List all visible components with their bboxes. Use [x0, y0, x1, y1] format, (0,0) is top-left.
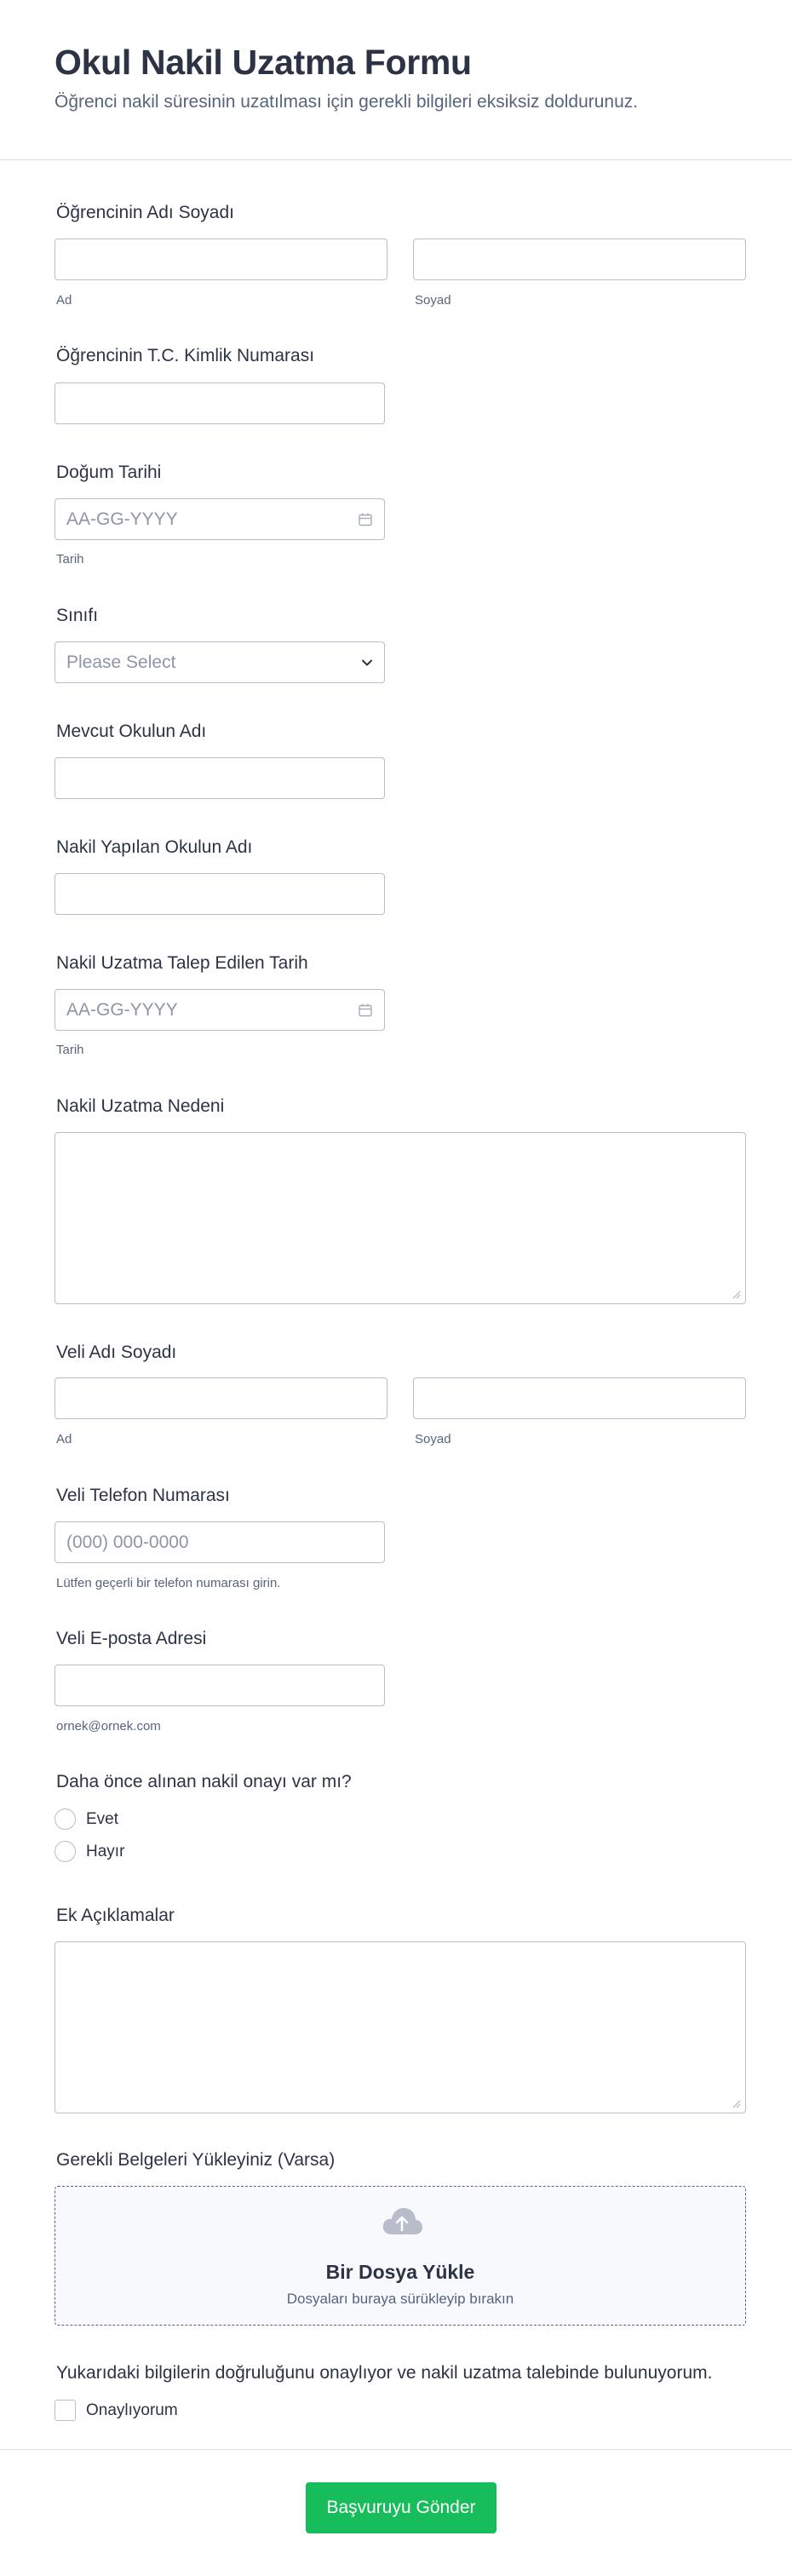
- calendar-icon[interactable]: [357, 511, 374, 528]
- radio-hayir[interactable]: [55, 1841, 76, 1862]
- student-first-name-input[interactable]: [55, 239, 387, 280]
- birth-date-label: Doğum Tarihi: [56, 463, 162, 482]
- documents-label: Gerekli Belgeleri Yükleyiniz (Varsa): [56, 2150, 336, 2170]
- form-title: Okul Nakil Uzatma Formu: [55, 43, 472, 82]
- parent-name-label: Veli Adı Soyadı: [56, 1343, 177, 1362]
- extension-date-label: Nakil Uzatma Talep Edilen Tarih: [56, 953, 308, 973]
- form-subtitle: Öğrenci nakil süresinin uzatılması için …: [55, 92, 639, 112]
- birth-date-placeholder: AA-GG-YYYY: [66, 509, 178, 529]
- extension-reason-label: Nakil Uzatma Nedeni: [56, 1096, 225, 1116]
- upload-hint: Dosyaları buraya sürükleyip bırakın: [286, 2291, 514, 2307]
- parent-last-name-input[interactable]: [413, 1377, 746, 1419]
- extension-date-placeholder: AA-GG-YYYY: [66, 999, 178, 1020]
- upload-title[interactable]: Bir Dosya Yükle: [55, 2261, 745, 2284]
- current-school-label: Mevcut Okulun Adı: [56, 722, 207, 741]
- calendar-icon[interactable]: [357, 1002, 374, 1019]
- submit-button[interactable]: Başvuruyu Gönder: [306, 2482, 496, 2533]
- parent-email-label: Veli E-posta Adresi: [56, 1629, 207, 1648]
- parent-email-input[interactable]: [55, 1665, 385, 1706]
- extension-date-sublabel: Tarih: [56, 1043, 84, 1057]
- transfer-school-input[interactable]: [55, 873, 385, 915]
- parent-first-name-sublabel: Ad: [56, 1432, 72, 1446]
- parent-phone-label: Veli Telefon Numarası: [56, 1486, 230, 1505]
- grade-label: Sınıfı: [56, 606, 99, 625]
- resize-handle-icon[interactable]: [731, 1289, 741, 1299]
- file-upload-dropzone[interactable]: Bir Dosya Yükle Dosyaları buraya sürükle…: [55, 2186, 746, 2326]
- chevron-down-icon: [362, 659, 372, 666]
- radio-evet-label[interactable]: Evet: [86, 1810, 118, 1829]
- header-divider: [0, 159, 792, 160]
- parent-email-sublabel: ornek@ornek.com: [56, 1719, 161, 1734]
- birth-date-sublabel: Tarih: [56, 552, 84, 566]
- confirm-checkbox[interactable]: [55, 2400, 76, 2421]
- parent-phone-placeholder: (000) 000-0000: [66, 1532, 189, 1552]
- parent-phone-input[interactable]: (000) 000-0000: [55, 1521, 385, 1563]
- radio-evet[interactable]: [55, 1808, 76, 1830]
- confirm-checkbox-label[interactable]: Onaylıyorum: [86, 2401, 178, 2420]
- birth-date-input[interactable]: AA-GG-YYYY: [55, 498, 385, 540]
- grade-select-placeholder: Please Select: [66, 652, 176, 672]
- student-last-name-input[interactable]: [413, 239, 746, 280]
- additional-notes-label: Ek Açıklamalar: [56, 1906, 175, 1925]
- parent-last-name-sublabel: Soyad: [415, 1432, 451, 1446]
- resize-handle-icon[interactable]: [731, 2098, 741, 2108]
- prior-approval-label: Daha önce alınan nakil onayı var mı?: [56, 1772, 352, 1791]
- additional-notes-textarea[interactable]: [55, 1941, 746, 2113]
- student-name-label: Öğrencinin Adı Soyadı: [56, 203, 234, 222]
- transfer-school-label: Nakil Yapılan Okulun Adı: [56, 837, 253, 857]
- extension-date-input[interactable]: AA-GG-YYYY: [55, 989, 385, 1031]
- parent-phone-sublabel: Lütfen geçerli bir telefon numarası giri…: [56, 1576, 281, 1590]
- student-tc-label: Öğrencinin T.C. Kimlik Numarası: [56, 346, 315, 365]
- confirmation-label: Yukarıdaki bilgilerin doğruluğunu onaylı…: [56, 2363, 713, 2383]
- cloud-upload-icon: [382, 2208, 422, 2234]
- student-tc-input[interactable]: [55, 382, 385, 424]
- footer-divider: [0, 2449, 792, 2450]
- extension-reason-textarea[interactable]: [55, 1132, 746, 1304]
- parent-first-name-input[interactable]: [55, 1377, 387, 1419]
- student-first-name-sublabel: Ad: [56, 293, 72, 308]
- current-school-input[interactable]: [55, 757, 385, 799]
- student-last-name-sublabel: Soyad: [415, 293, 451, 308]
- radio-hayir-label[interactable]: Hayır: [86, 1843, 124, 1861]
- grade-select[interactable]: Please Select: [55, 641, 385, 683]
